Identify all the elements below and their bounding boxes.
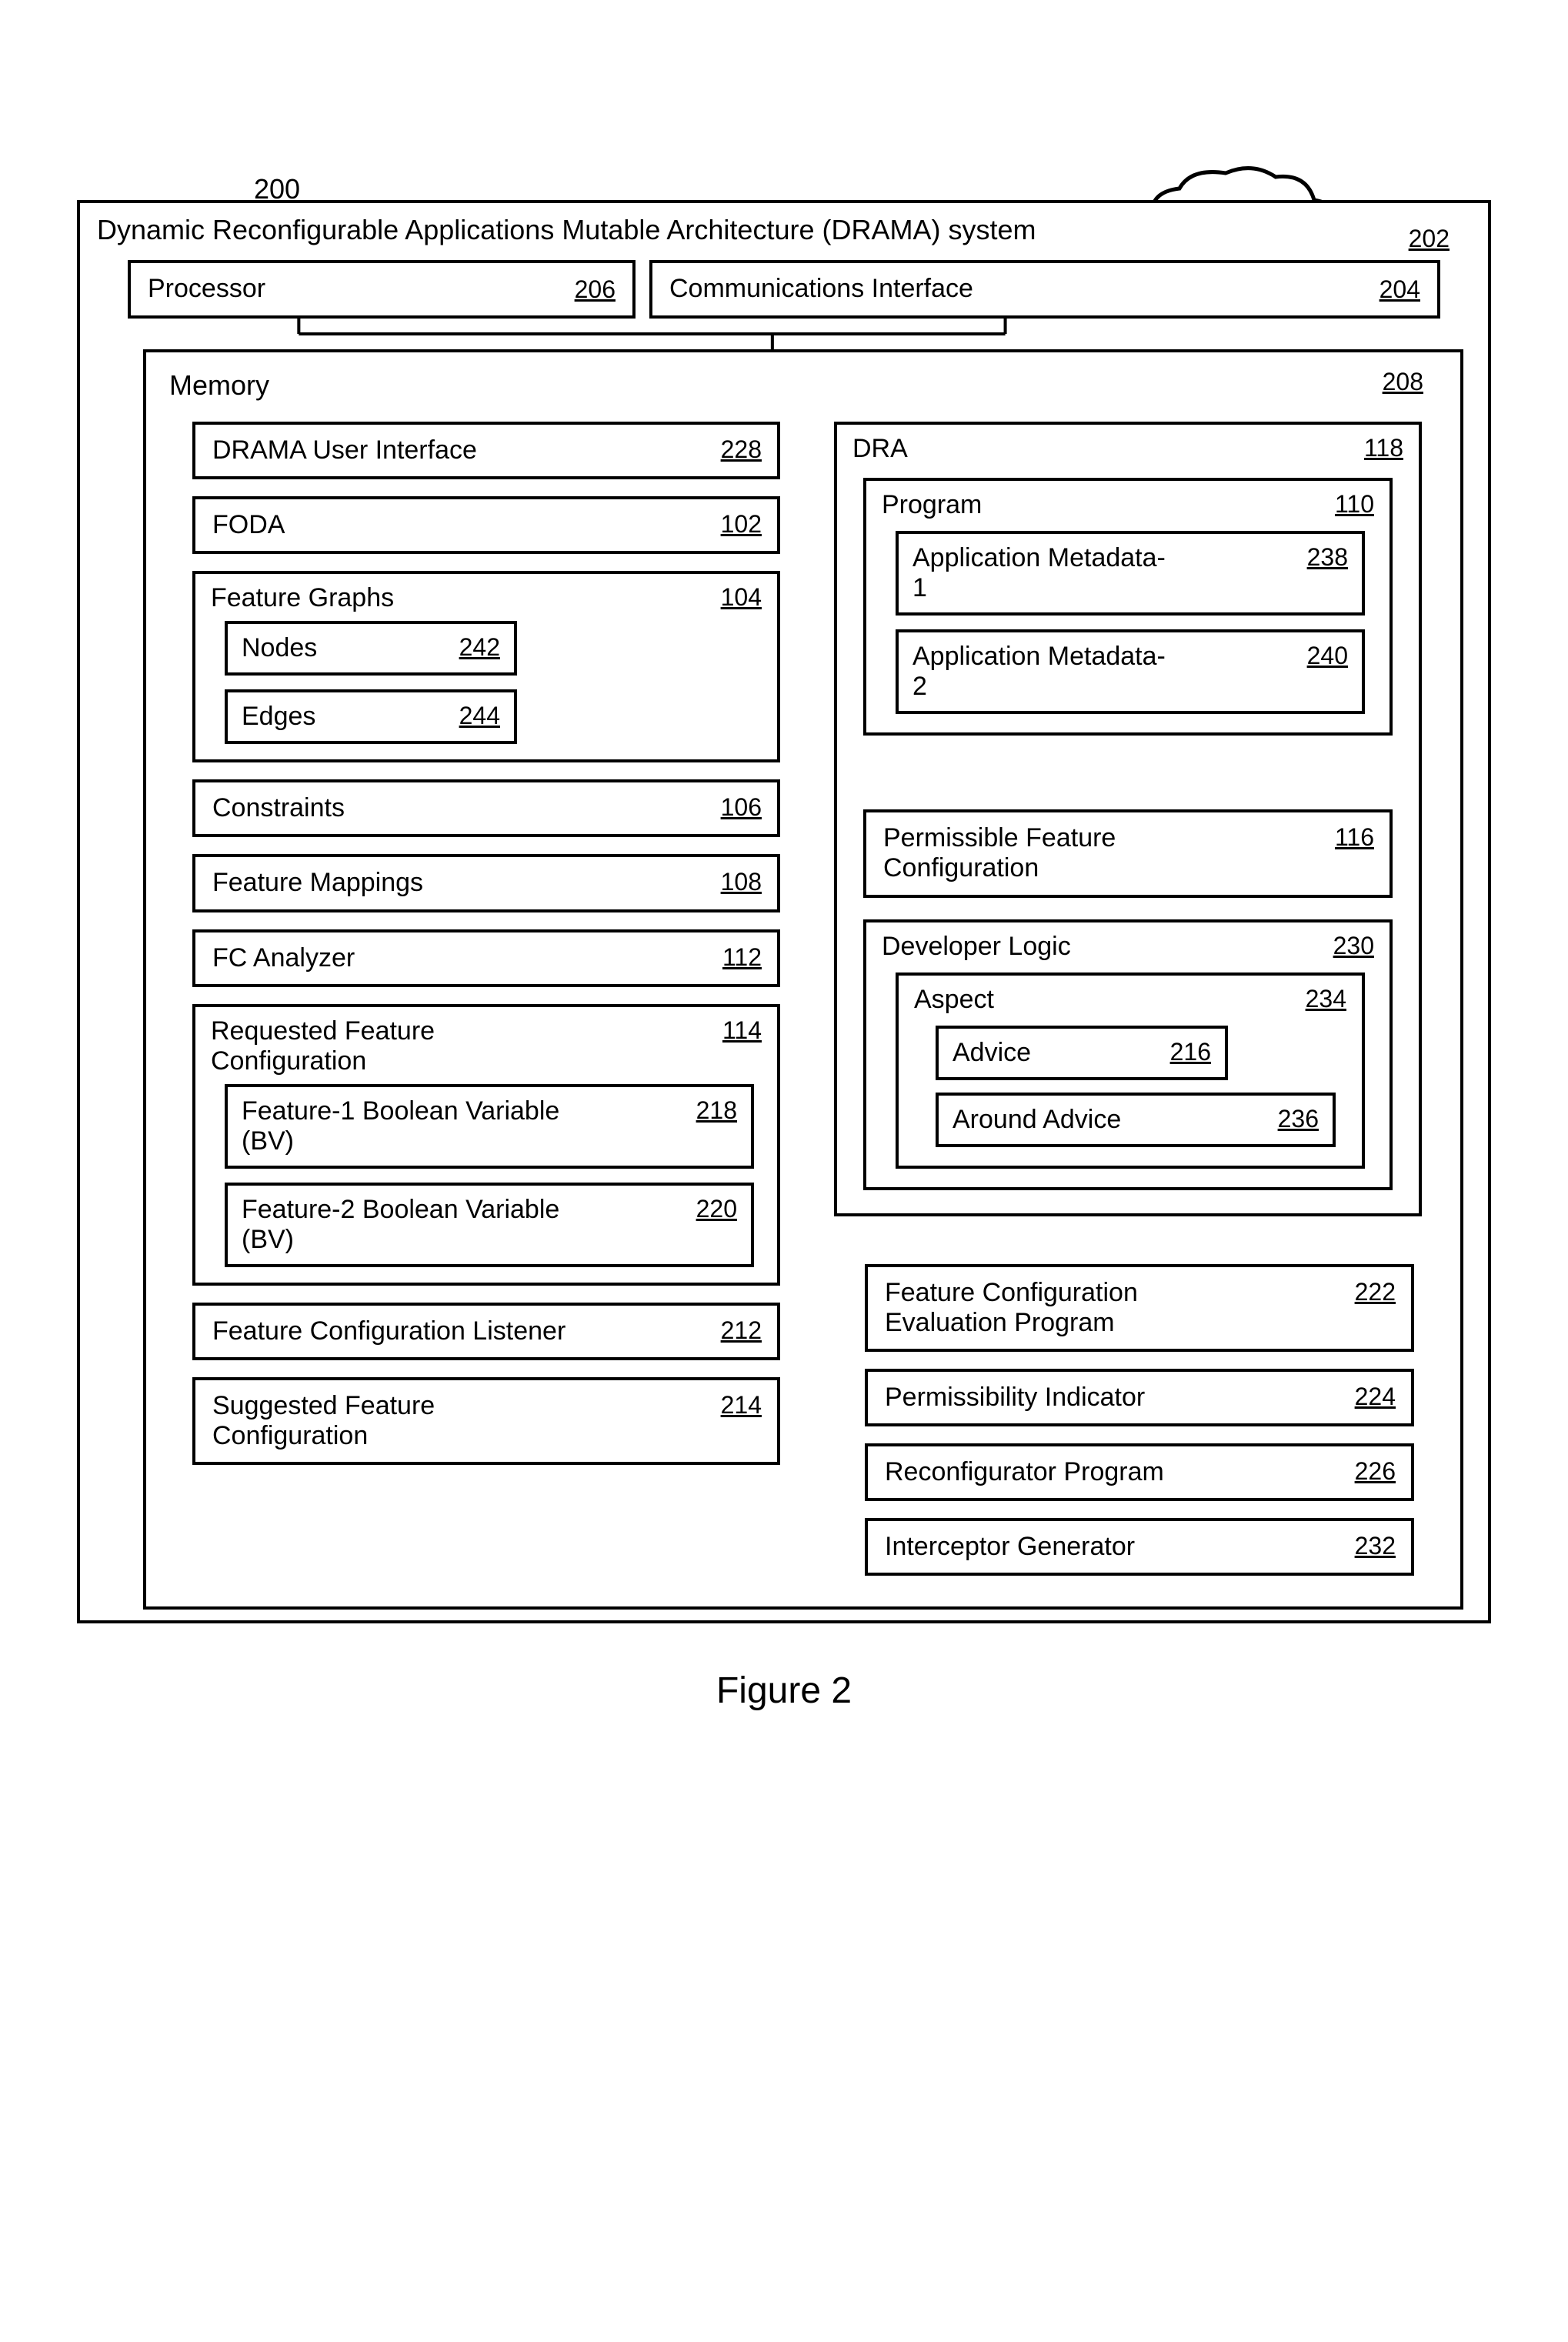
around-num: 236: [1278, 1105, 1319, 1133]
fm-label: Feature Mappings: [212, 868, 721, 898]
sfc-num: 214: [721, 1391, 762, 1420]
perm-indicator-box: Permissibility Indicator 224: [865, 1369, 1414, 1426]
foda-label: FODA: [212, 510, 721, 540]
feature-graphs-box: Feature Graphs 104 Nodes 242 Edges 244: [192, 571, 780, 762]
memory-num: 208: [1383, 368, 1423, 396]
program-label: Program: [882, 490, 982, 520]
feature-mappings-box: Feature Mappings 108: [192, 854, 780, 912]
fg-label: Feature Graphs: [211, 583, 394, 613]
m2-label: Application Metadata-2: [912, 642, 1174, 702]
m1-num: 238: [1307, 543, 1348, 572]
f2-num: 220: [696, 1195, 737, 1223]
foda-box: FODA 102: [192, 496, 780, 554]
fm-num: 108: [721, 868, 762, 896]
fcep-num: 222: [1355, 1278, 1396, 1306]
aspect-num: 234: [1306, 985, 1346, 1013]
memory-box: Memory 208 DRAMA User Interface 228 FODA…: [143, 349, 1463, 1610]
suggested-fc-box: Suggested Feature Configuration 214: [192, 1377, 780, 1465]
processor-num: 206: [575, 275, 616, 304]
aspect-box: Aspect 234 Advice 216: [896, 972, 1365, 1169]
comm-interface-box: Communications Interface 204: [649, 260, 1440, 319]
edges-label: Edges: [242, 702, 315, 732]
inter-label: Interceptor Generator: [885, 1532, 1355, 1562]
pfc-label: Permissible Feature Configuration: [883, 823, 1227, 883]
fcl-label: Feature Configuration Listener: [212, 1316, 597, 1346]
m1-label: Application Metadata-1: [912, 543, 1174, 603]
advice-label: Advice: [952, 1038, 1031, 1068]
processor-box: Processor 206: [128, 260, 636, 319]
diagram-canvas: 200 Networks 210 Dynamic Reconfigurable …: [77, 200, 1491, 1712]
nodes-num: 242: [459, 633, 500, 662]
comm-num: 204: [1380, 275, 1420, 304]
constraints-num: 106: [721, 793, 762, 822]
right-column: DRA 118 Program 110: [834, 422, 1437, 1576]
advice-num: 216: [1170, 1038, 1211, 1066]
drama-ui-num: 228: [721, 435, 762, 464]
aspect-label: Aspect: [914, 985, 994, 1015]
dra-box: DRA 118 Program 110: [834, 422, 1422, 1216]
fcep-label: Feature Configuration Evaluation Program: [885, 1278, 1253, 1338]
metadata2-box: Application Metadata-2 240: [896, 629, 1365, 714]
developer-logic-box: Developer Logic 230 Aspect 234: [863, 919, 1393, 1190]
drama-system-box: Dynamic Reconfigurable Applications Muta…: [77, 200, 1491, 1623]
left-column: DRAMA User Interface 228 FODA 102 Featur…: [169, 422, 780, 1576]
drama-num: 202: [1409, 225, 1450, 253]
nodes-box: Nodes 242: [225, 621, 517, 676]
fca-label: FC Analyzer: [212, 943, 722, 973]
dra-label: DRA: [852, 434, 908, 464]
foda-num: 102: [721, 510, 762, 539]
dra-num: 118: [1364, 434, 1403, 462]
fcl-num: 212: [721, 1316, 762, 1345]
fca-num: 112: [722, 943, 762, 972]
comm-label: Communications Interface: [669, 274, 973, 304]
fc-listener-box: Feature Configuration Listener 212: [192, 1303, 780, 1360]
metadata1-box: Application Metadata-1 238: [896, 531, 1365, 616]
pfc-num: 116: [1335, 823, 1374, 852]
connector-lines: [97, 319, 1471, 349]
fg-num: 104: [721, 583, 762, 612]
recon-label: Reconfigurator Program: [885, 1457, 1355, 1487]
memory-label: Memory: [169, 369, 1437, 402]
fcep-box: Feature Configuration Evaluation Program…: [865, 1264, 1414, 1352]
permissible-fc-box: Permissible Feature Configuration 116: [863, 809, 1393, 897]
feature2-box: Feature-2 Boolean Variable (BV) 220: [225, 1183, 754, 1267]
processor-label: Processor: [148, 274, 265, 304]
figure-caption: Figure 2: [77, 1670, 1491, 1712]
program-box: Program 110 Application Metadata-1 238: [863, 478, 1393, 736]
f1-label: Feature-1 Boolean Variable (BV): [242, 1096, 579, 1156]
sfc-label: Suggested Feature Configuration: [212, 1391, 597, 1451]
drama-ui-label: DRAMA User Interface: [212, 435, 721, 465]
edges-box: Edges 244: [225, 689, 517, 744]
recon-num: 226: [1355, 1457, 1396, 1486]
f1-num: 218: [696, 1096, 737, 1125]
f2-label: Feature-2 Boolean Variable (BV): [242, 1195, 579, 1255]
dev-label: Developer Logic: [882, 932, 1071, 962]
interceptor-box: Interceptor Generator 232: [865, 1518, 1414, 1576]
feature1-box: Feature-1 Boolean Variable (BV) 218: [225, 1084, 754, 1169]
edges-num: 244: [459, 702, 500, 730]
constraints-box: Constraints 106: [192, 779, 780, 837]
drama-title: Dynamic Reconfigurable Applications Muta…: [97, 214, 1471, 246]
dev-num: 230: [1333, 932, 1374, 960]
perm-num: 224: [1355, 1383, 1396, 1411]
inter-num: 232: [1355, 1532, 1396, 1560]
advice-box: Advice 216: [936, 1026, 1228, 1080]
around-advice-box: Around Advice 236: [936, 1093, 1336, 1147]
rfc-label: Requested Feature Configuration: [211, 1016, 596, 1076]
reconfigurator-box: Reconfigurator Program 226: [865, 1443, 1414, 1501]
around-label: Around Advice: [952, 1105, 1121, 1135]
constraints-label: Constraints: [212, 793, 721, 823]
drama-ui-box: DRAMA User Interface 228: [192, 422, 780, 479]
perm-label: Permissibility Indicator: [885, 1383, 1355, 1413]
rfc-num: 114: [722, 1016, 762, 1045]
nodes-label: Nodes: [242, 633, 317, 663]
requested-fc-box: Requested Feature Configuration 114 Feat…: [192, 1004, 780, 1286]
fc-analyzer-box: FC Analyzer 112: [192, 929, 780, 987]
program-num: 110: [1335, 490, 1374, 519]
m2-num: 240: [1307, 642, 1348, 670]
